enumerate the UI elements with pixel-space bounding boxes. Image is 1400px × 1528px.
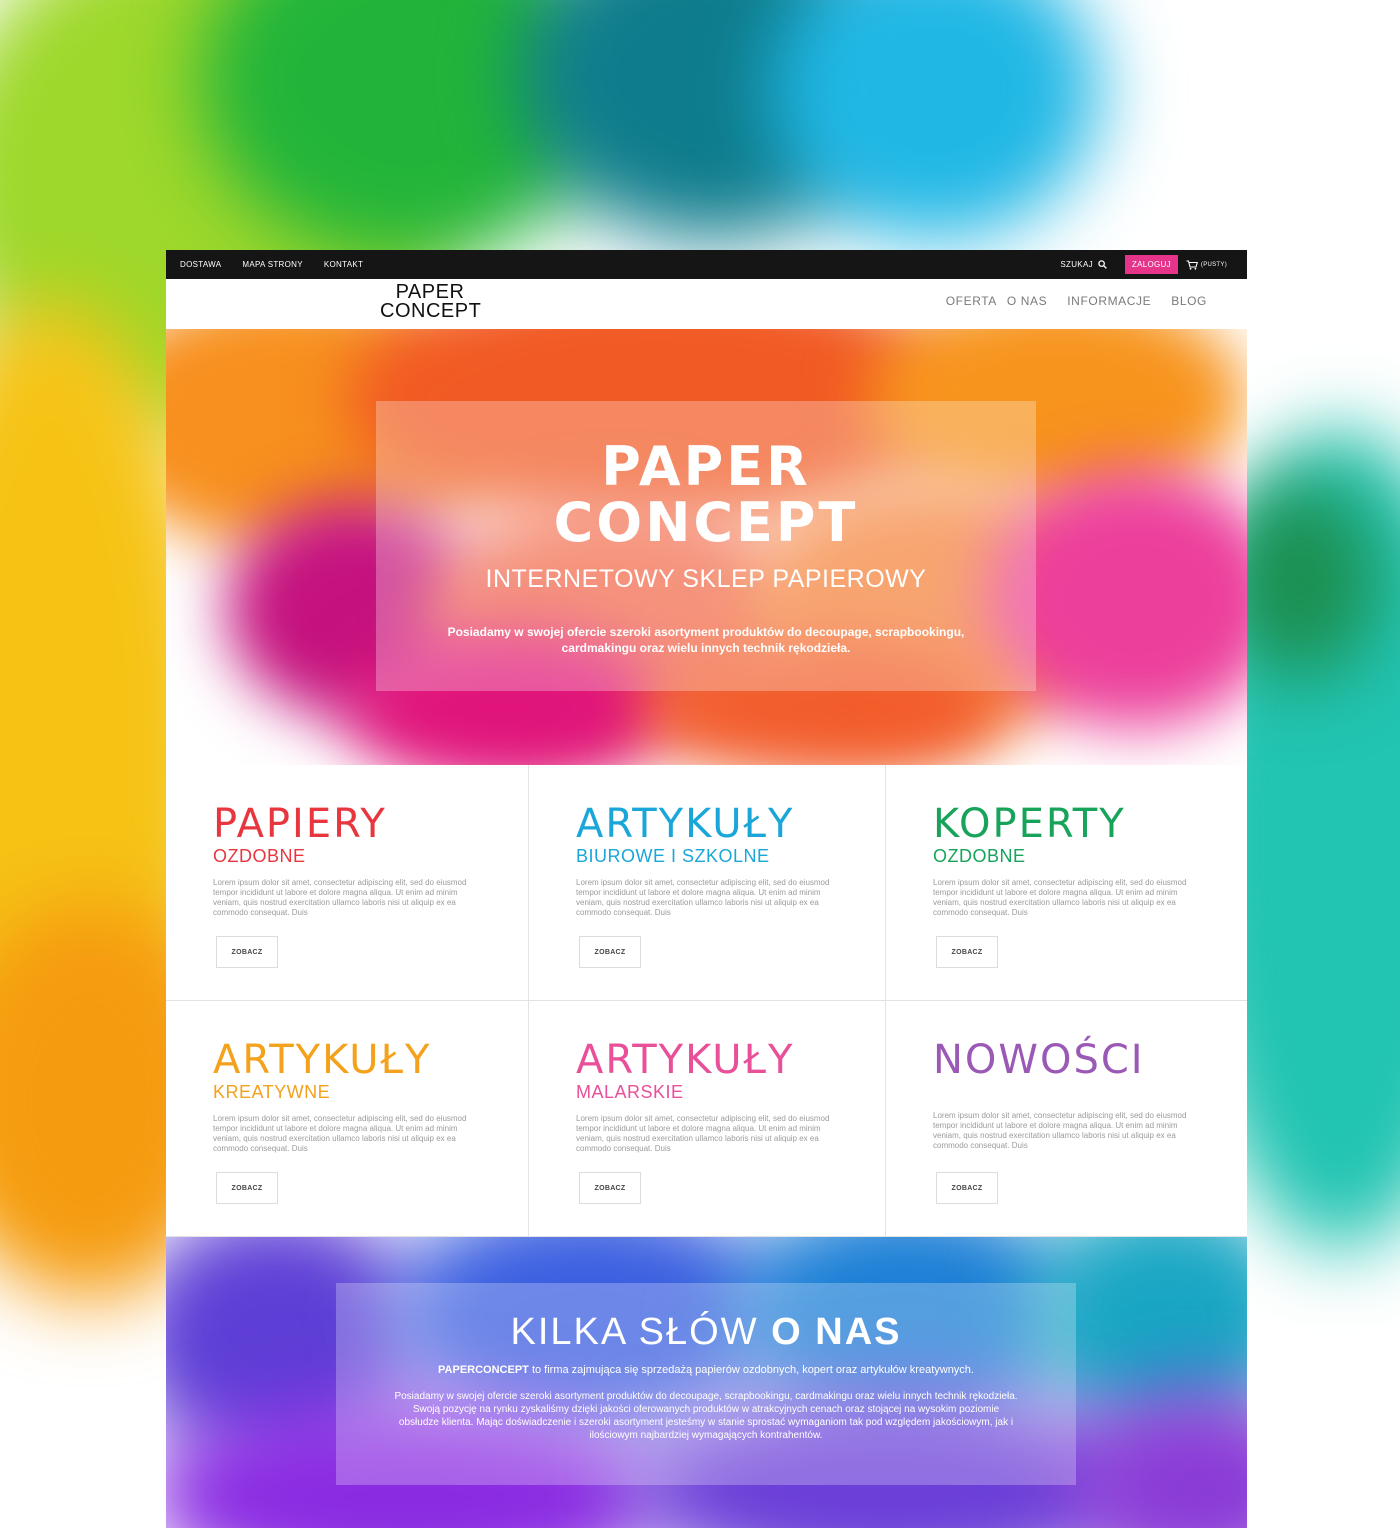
hero-subtitle: INTERNETOWY SKLEP PAPIEROWY: [485, 565, 927, 593]
category-title[interactable]: ARTYKUŁY: [576, 803, 885, 845]
category-card: NOWOŚCI Lorem ipsum dolor sit amet, conse…: [886, 1001, 1247, 1237]
cart-button[interactable]: (PUSTY): [1186, 259, 1227, 270]
nav-informacje[interactable]: INFORMACJE: [1067, 294, 1151, 308]
about-lead-brand: PAPERCONCEPT: [438, 1364, 529, 1376]
category-title[interactable]: ARTYKUŁY: [576, 1039, 885, 1081]
category-subtitle: OZDOBNE: [933, 846, 1026, 866]
zobacz-button[interactable]: ZOBACZ: [579, 936, 641, 968]
hero-panel: PAPER CONCEPT INTERNETOWY SKLEP PAPIEROW…: [376, 401, 1036, 691]
top-bar: DOSTAWA MAPA STRONY KONTAKT SZUKAJ ZALOG…: [166, 250, 1247, 279]
nav-blog[interactable]: BLOG: [1171, 294, 1207, 308]
category-card: PAPIERY OZDOBNE Lorem ipsum dolor sit amet…: [166, 765, 529, 1001]
category-subtitle: OZDOBNE: [213, 846, 306, 866]
about-title-light: KILKA SŁÓW: [510, 1311, 759, 1353]
main-nav: OFERTA O NAS INFORMACJE BLOG: [946, 294, 1207, 308]
cart-icon: [1186, 259, 1198, 270]
category-subtitle: BIUROWE I SZKOLNE: [576, 846, 770, 866]
about-lead: PAPERCONCEPT to firma zajmująca się sprz…: [336, 1364, 1076, 1376]
zobacz-button[interactable]: ZOBACZ: [579, 1172, 641, 1204]
about-text: Posiadamy w swojej ofercie szeroki asort…: [394, 1391, 1018, 1441]
category-grid: PAPIERY OZDOBNE Lorem ipsum dolor sit amet…: [166, 765, 1247, 1237]
category-description: Lorem ipsum dolor sit amet, consectetur …: [213, 878, 467, 917]
category-title[interactable]: ARTYKUŁY: [213, 1039, 528, 1081]
zobacz-button[interactable]: ZOBACZ: [936, 936, 998, 968]
cart-status: (PUSTY): [1200, 261, 1227, 268]
about-panel: KILKA SŁÓW O NAS PAPERCONCEPT to firma z…: [336, 1283, 1076, 1485]
top-bar-actions: SZUKAJ ZALOGUJ (PUSTY): [1060, 255, 1247, 274]
top-link-mapa-strony[interactable]: MAPA STRONY: [242, 260, 303, 269]
category-card: ARTYKUŁY BIUROWE I SZKOLNE Lorem ipsum dol…: [529, 765, 886, 1001]
hero-title: PAPER CONCEPT: [376, 439, 1036, 551]
hero-title-line-2: CONCEPT: [553, 491, 859, 554]
search-icon: [1098, 260, 1107, 269]
about-lead-text: to firma zajmująca się sprzedażą papieró…: [528, 1364, 974, 1376]
category-title[interactable]: PAPIERY: [213, 803, 528, 845]
category-title[interactable]: NOWOŚCI: [933, 1039, 1247, 1081]
category-card: ARTYKUŁY MALARSKIE Lorem ipsum dolor sit a…: [529, 1001, 886, 1237]
nav-o-nas[interactable]: O NAS: [1007, 294, 1047, 308]
category-title[interactable]: KOPERTY: [933, 803, 1247, 845]
header: PAPER CONCEPT OFERTA O NAS INFORMACJE BL…: [166, 279, 1247, 329]
zobacz-button[interactable]: ZOBACZ: [936, 1172, 998, 1204]
category-subtitle: KREATYWNE: [213, 1082, 331, 1102]
category-card: ARTYKUŁY KREATYWNE Lorem ipsum dolor sit a…: [166, 1001, 529, 1237]
about-title: KILKA SŁÓW O NAS: [336, 1311, 1076, 1354]
category-description: Lorem ipsum dolor sit amet, consectetur …: [933, 1111, 1187, 1150]
login-button[interactable]: ZALOGUJ: [1124, 255, 1178, 274]
about-title-bold: O NAS: [771, 1311, 902, 1353]
hero-description: Posiadamy w swojej ofercie szeroki asort…: [447, 625, 965, 655]
logo-line-2: CONCEPT: [380, 300, 482, 322]
zobacz-button[interactable]: ZOBACZ: [216, 936, 278, 968]
category-card: KOPERTY OZDOBNE Lorem ipsum dolor sit amet…: [886, 765, 1247, 1001]
search-button[interactable]: SZUKAJ: [1060, 260, 1107, 269]
category-description: Lorem ipsum dolor sit amet, consectetur …: [576, 1114, 830, 1153]
category-description: Lorem ipsum dolor sit amet, consectetur …: [933, 878, 1187, 917]
category-subtitle: MALARSKIE: [576, 1082, 684, 1102]
top-link-kontakt[interactable]: KONTAKT: [324, 260, 363, 269]
search-label: SZUKAJ: [1060, 260, 1093, 269]
zobacz-button[interactable]: ZOBACZ: [216, 1172, 278, 1204]
hero-banner: PAPER CONCEPT INTERNETOWY SKLEP PAPIEROW…: [166, 329, 1247, 765]
category-description: Lorem ipsum dolor sit amet, consectetur …: [576, 878, 830, 917]
category-description: Lorem ipsum dolor sit amet, consectetur …: [213, 1114, 467, 1153]
nav-oferta[interactable]: OFERTA: [946, 294, 997, 308]
logo[interactable]: PAPER CONCEPT: [380, 282, 482, 322]
website-frame: DOSTAWA MAPA STRONY KONTAKT SZUKAJ ZALOG…: [166, 250, 1247, 1528]
top-links: DOSTAWA MAPA STRONY KONTAKT: [166, 260, 384, 269]
hero-title-line-1: PAPER: [601, 435, 811, 498]
top-link-dostawa[interactable]: DOSTAWA: [180, 260, 221, 269]
about-section: KILKA SŁÓW O NAS PAPERCONCEPT to firma z…: [166, 1237, 1247, 1528]
